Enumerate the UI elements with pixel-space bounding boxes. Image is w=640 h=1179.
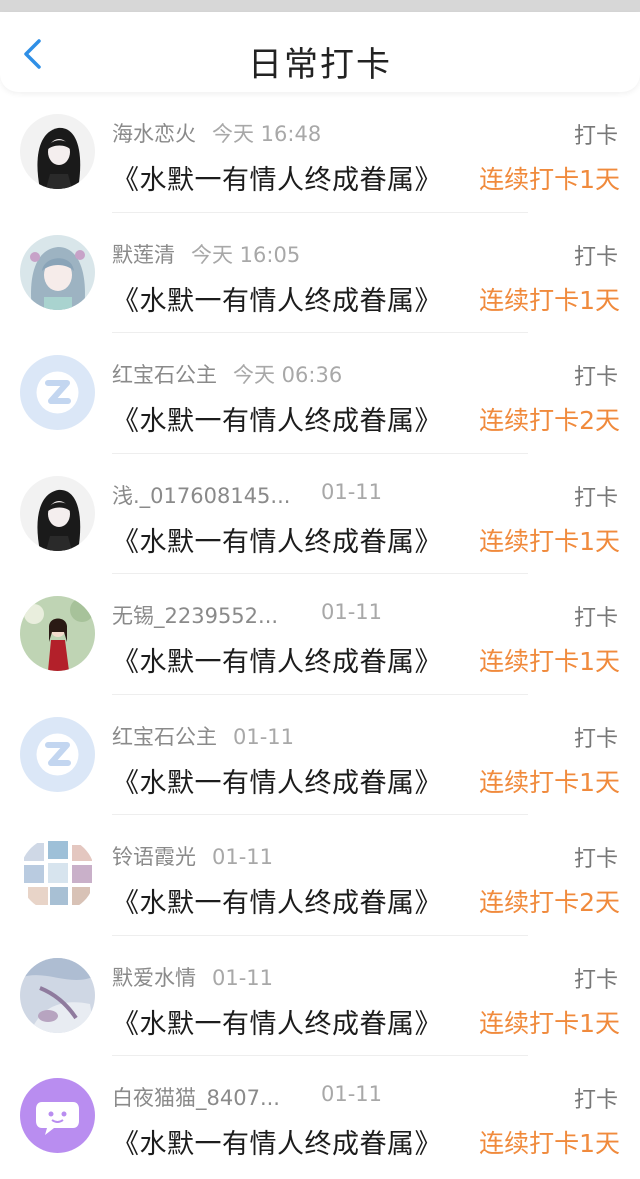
list-item[interactable]: 默莲清 今天 16:05 打卡 《水默一有情人终成眷属》 连续打卡1天 [0, 213, 640, 333]
default-z-avatar[interactable] [20, 355, 95, 430]
checkin-type: 打卡 [573, 1088, 618, 1113]
checkin-time: 今天 06:36 [233, 363, 343, 387]
book-title[interactable]: 《水默一有情人终成眷属》 [112, 761, 442, 800]
list-item[interactable]: 默爱水情 01-11 打卡 《水默一有情人终成眷属》 连续打卡1天 [0, 936, 640, 1056]
checkin-time: 01-11 [212, 845, 274, 869]
book-title[interactable]: 《水默一有情人终成眷属》 [112, 1122, 442, 1161]
user-meta: 默爱水情 01-11 [112, 962, 273, 992]
checkin-type: 打卡 [573, 124, 618, 149]
status-strip [0, 0, 640, 12]
gothic-girl-avatar[interactable] [20, 475, 95, 551]
checkin-type: 打卡 [573, 244, 618, 270]
book-title[interactable]: 《水默一有情人终成眷属》 [112, 399, 442, 438]
list-item[interactable]: 无锡_2239552... 01-11 打卡 《水默一有情人终成眷属》 连续打卡1… [0, 574, 640, 695]
checkin-type: 打卡 [573, 967, 618, 993]
streak-label: 连续打卡2天 [479, 888, 620, 917]
book-title[interactable]: 《水默一有情人终成眷属》 [112, 520, 442, 559]
user-meta: 海水恋火 今天 16:48 [112, 118, 321, 148]
gothic-girl-avatar[interactable] [20, 114, 95, 189]
header-bar: 日常打卡 [0, 12, 640, 92]
page-title: 日常打卡 [248, 45, 392, 85]
painting-avatar[interactable] [20, 957, 95, 1033]
list-item[interactable]: 海水恋火 今天 16:48 打卡 《水默一有情人终成眷属》 连续打卡1天 [0, 92, 640, 213]
default-z-avatar[interactable] [20, 716, 95, 792]
book-title[interactable]: 《水默一有情人终成眷属》 [112, 1002, 442, 1041]
user-meta: 铃语霞光 01-11 [112, 841, 273, 871]
list-item[interactable]: 红宝石公主 今天 06:36 打卡 《水默一有情人终成眷属》 连续打卡2天 [0, 333, 640, 454]
checkin-type: 打卡 [573, 606, 618, 631]
streak-label: 连续打卡1天 [479, 767, 620, 797]
user-name[interactable]: 红宝石公主 [112, 363, 217, 387]
book-title[interactable]: 《水默一有情人终成眷属》 [112, 881, 442, 920]
checkin-time: 01-11 [212, 965, 274, 990]
checkin-time: 01-11 [321, 1082, 383, 1106]
book-title[interactable]: 《水默一有情人终成眷属》 [112, 158, 442, 197]
book-title[interactable]: 《水默一有情人终成眷属》 [112, 640, 442, 679]
streak-label: 连续打卡1天 [479, 1129, 620, 1158]
checkin-time: 今天 16:05 [191, 242, 301, 267]
user-name[interactable]: 红宝石公主 [112, 725, 217, 749]
anime-girl-avatar[interactable] [20, 234, 95, 310]
user-name[interactable]: 默爱水情 [112, 966, 196, 990]
girl-red-dress-avatar[interactable] [20, 596, 95, 671]
streak-label: 连续打卡1天 [479, 647, 620, 676]
checkin-list: 海水恋火 今天 16:48 打卡 《水默一有情人终成眷属》 连续打卡1天 默莲清今… [0, 92, 640, 1177]
streak-label: 连续打卡1天 [479, 526, 620, 556]
checkin-time: 01-11 [233, 724, 295, 749]
list-item[interactable]: 铃语霞光 01-11 打卡 《水默一有情人终成眷属》 连续打卡2天 [0, 815, 640, 936]
user-name[interactable]: 浅._017608145... [112, 484, 290, 508]
user-meta: 白夜猫猫_8407... 01-11 [112, 1082, 382, 1112]
list-item[interactable]: 红宝石公主 01-11 打卡 《水默一有情人终成眷属》 连续打卡1天 [0, 695, 640, 815]
chat-bubble-avatar[interactable] [20, 1078, 95, 1153]
book-title[interactable]: 《水默一有情人终成眷属》 [112, 279, 442, 318]
list-item[interactable]: 白夜猫猫_8407... 01-11 打卡 《水默一有情人终成眷属》 连续打卡1天 [0, 1056, 640, 1177]
user-meta: 红宝石公主 01-11 [112, 721, 294, 751]
checkin-type: 打卡 [573, 847, 618, 872]
checkin-type: 打卡 [573, 365, 618, 390]
collage-avatar[interactable] [20, 837, 95, 912]
list-item[interactable]: 浅._017608145... 01-11 打卡 《水默一有情人终成眷属》 连续打… [0, 454, 640, 574]
user-meta: 浅._017608145... 01-11 [112, 480, 382, 510]
streak-label: 连续打卡1天 [479, 1008, 620, 1038]
user-name[interactable]: 白夜猫猫_8407... [112, 1086, 280, 1110]
user-name[interactable]: 铃语霞光 [112, 845, 196, 869]
checkin-type: 打卡 [573, 726, 618, 752]
user-name[interactable]: 海水恋火 [112, 122, 196, 146]
checkin-time: 01-11 [321, 479, 383, 504]
streak-label: 连续打卡1天 [479, 285, 620, 315]
user-meta: 默莲清 今天 16:05 [112, 239, 300, 269]
checkin-time: 01-11 [321, 600, 383, 624]
streak-label: 连续打卡2天 [479, 406, 620, 435]
user-name[interactable]: 默莲清 [112, 243, 175, 267]
checkin-time: 今天 16:48 [212, 122, 322, 146]
user-meta: 无锡_2239552... 01-11 [112, 600, 382, 630]
user-name[interactable]: 无锡_2239552... [112, 604, 278, 628]
user-meta: 红宝石公主 今天 06:36 [112, 359, 342, 389]
streak-label: 连续打卡1天 [479, 165, 620, 194]
checkin-type: 打卡 [573, 485, 618, 511]
